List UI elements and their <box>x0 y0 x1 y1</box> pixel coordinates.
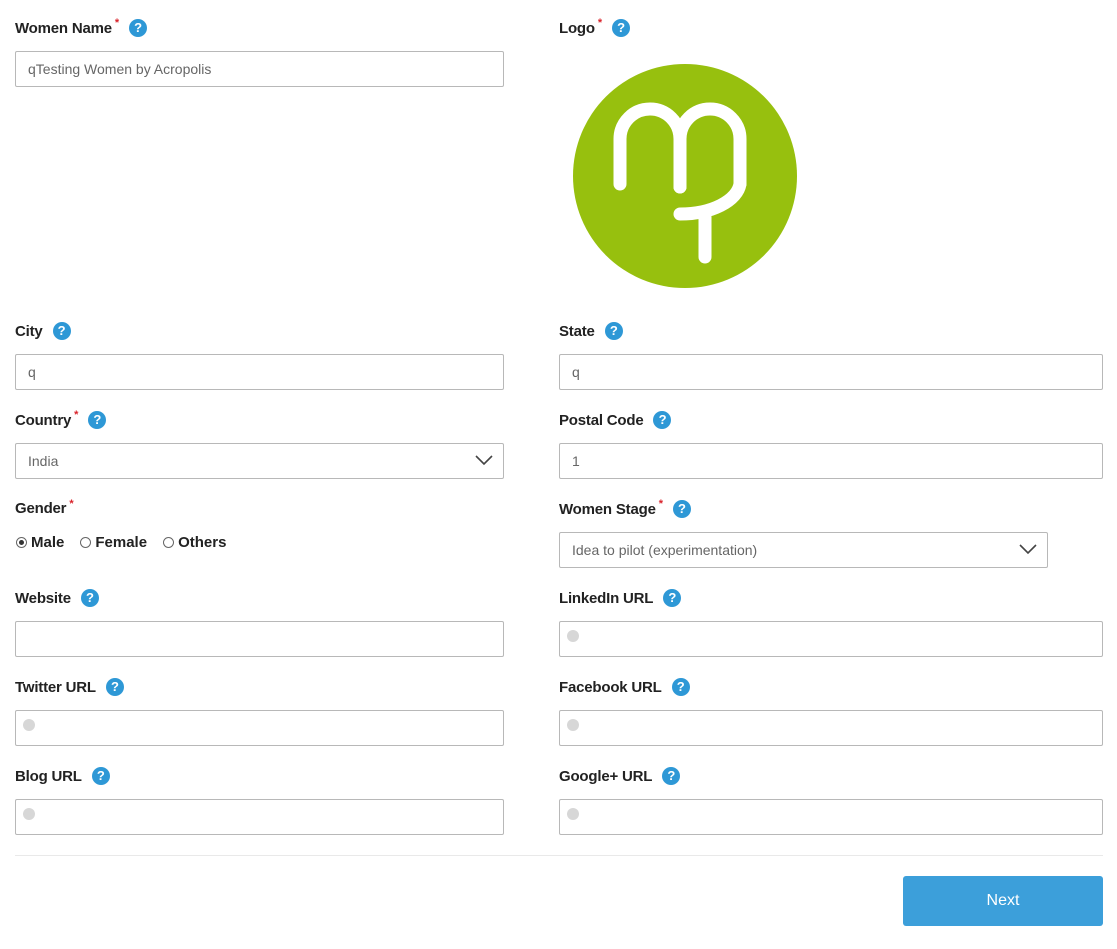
googleplus-label: Google+ URL ? <box>559 767 681 785</box>
gender-radio-group: Male Female Others <box>16 534 242 551</box>
women-stage-label: Women Stage * ? <box>559 498 691 518</box>
radio-selected-icon[interactable] <box>16 537 27 548</box>
postal-code-input[interactable]: 1 <box>559 443 1103 479</box>
help-icon[interactable]: ? <box>653 411 672 429</box>
gender-label: Gender * <box>15 497 74 518</box>
globe-icon <box>23 808 35 820</box>
next-button[interactable]: Next <box>903 876 1103 926</box>
women-stage-select[interactable]: Idea to pilot (experimentation) <box>559 532 1048 568</box>
blog-label: Blog URL ? <box>15 767 110 785</box>
postal-code-label: Postal Code ? <box>559 411 672 429</box>
women-name-label: Women Name * ? <box>15 17 148 37</box>
website-input[interactable] <box>15 621 504 657</box>
blog-url-input[interactable] <box>15 799 504 835</box>
twitter-label: Twitter URL ? <box>15 678 124 696</box>
required-marker: * <box>114 17 120 29</box>
help-icon[interactable]: ? <box>604 322 623 340</box>
gender-option-others[interactable]: Others <box>163 534 226 551</box>
chevron-down-icon <box>1019 544 1037 555</box>
help-icon[interactable]: ? <box>662 767 681 785</box>
help-icon[interactable]: ? <box>671 678 690 696</box>
help-icon[interactable]: ? <box>105 678 124 696</box>
linkedin-label: LinkedIn URL ? <box>559 589 682 607</box>
help-icon[interactable]: ? <box>80 589 99 607</box>
help-icon[interactable]: ? <box>52 322 71 340</box>
required-marker: * <box>597 17 602 29</box>
women-name-input[interactable]: qTesting Women by Acropolis <box>15 51 504 87</box>
facebook-label: Facebook URL ? <box>559 678 690 696</box>
help-icon[interactable]: ? <box>129 19 148 37</box>
googleplus-url-input[interactable] <box>559 799 1103 835</box>
help-icon[interactable]: ? <box>88 411 107 429</box>
required-marker: * <box>658 498 663 510</box>
help-icon[interactable]: ? <box>663 589 682 607</box>
logo-label: Logo * ? <box>559 17 630 37</box>
gender-option-female[interactable]: Female <box>80 534 147 551</box>
globe-icon <box>567 808 579 820</box>
globe-icon <box>23 719 35 731</box>
chevron-down-icon <box>475 455 493 466</box>
state-label: State ? <box>559 322 623 340</box>
globe-icon <box>567 719 579 731</box>
twitter-url-input[interactable] <box>15 710 504 746</box>
city-input[interactable]: q <box>15 354 504 390</box>
required-marker: * <box>74 409 79 421</box>
help-icon[interactable]: ? <box>611 19 630 37</box>
city-label: City ? <box>15 322 71 340</box>
divider <box>15 855 1103 856</box>
website-label: Website ? <box>15 589 99 607</box>
help-icon[interactable]: ? <box>91 767 110 785</box>
logo-image[interactable] <box>573 64 797 288</box>
required-marker: * <box>69 497 74 510</box>
facebook-url-input[interactable] <box>559 710 1103 746</box>
state-input[interactable]: q <box>559 354 1103 390</box>
globe-icon <box>567 630 579 642</box>
radio-icon[interactable] <box>163 537 175 548</box>
gender-option-male[interactable]: Male <box>16 534 64 551</box>
radio-icon[interactable] <box>80 537 92 548</box>
help-icon[interactable]: ? <box>672 500 691 518</box>
country-select[interactable]: India <box>15 443 504 479</box>
linkedin-url-input[interactable] <box>559 621 1103 657</box>
country-label: Country * ? <box>15 409 107 429</box>
